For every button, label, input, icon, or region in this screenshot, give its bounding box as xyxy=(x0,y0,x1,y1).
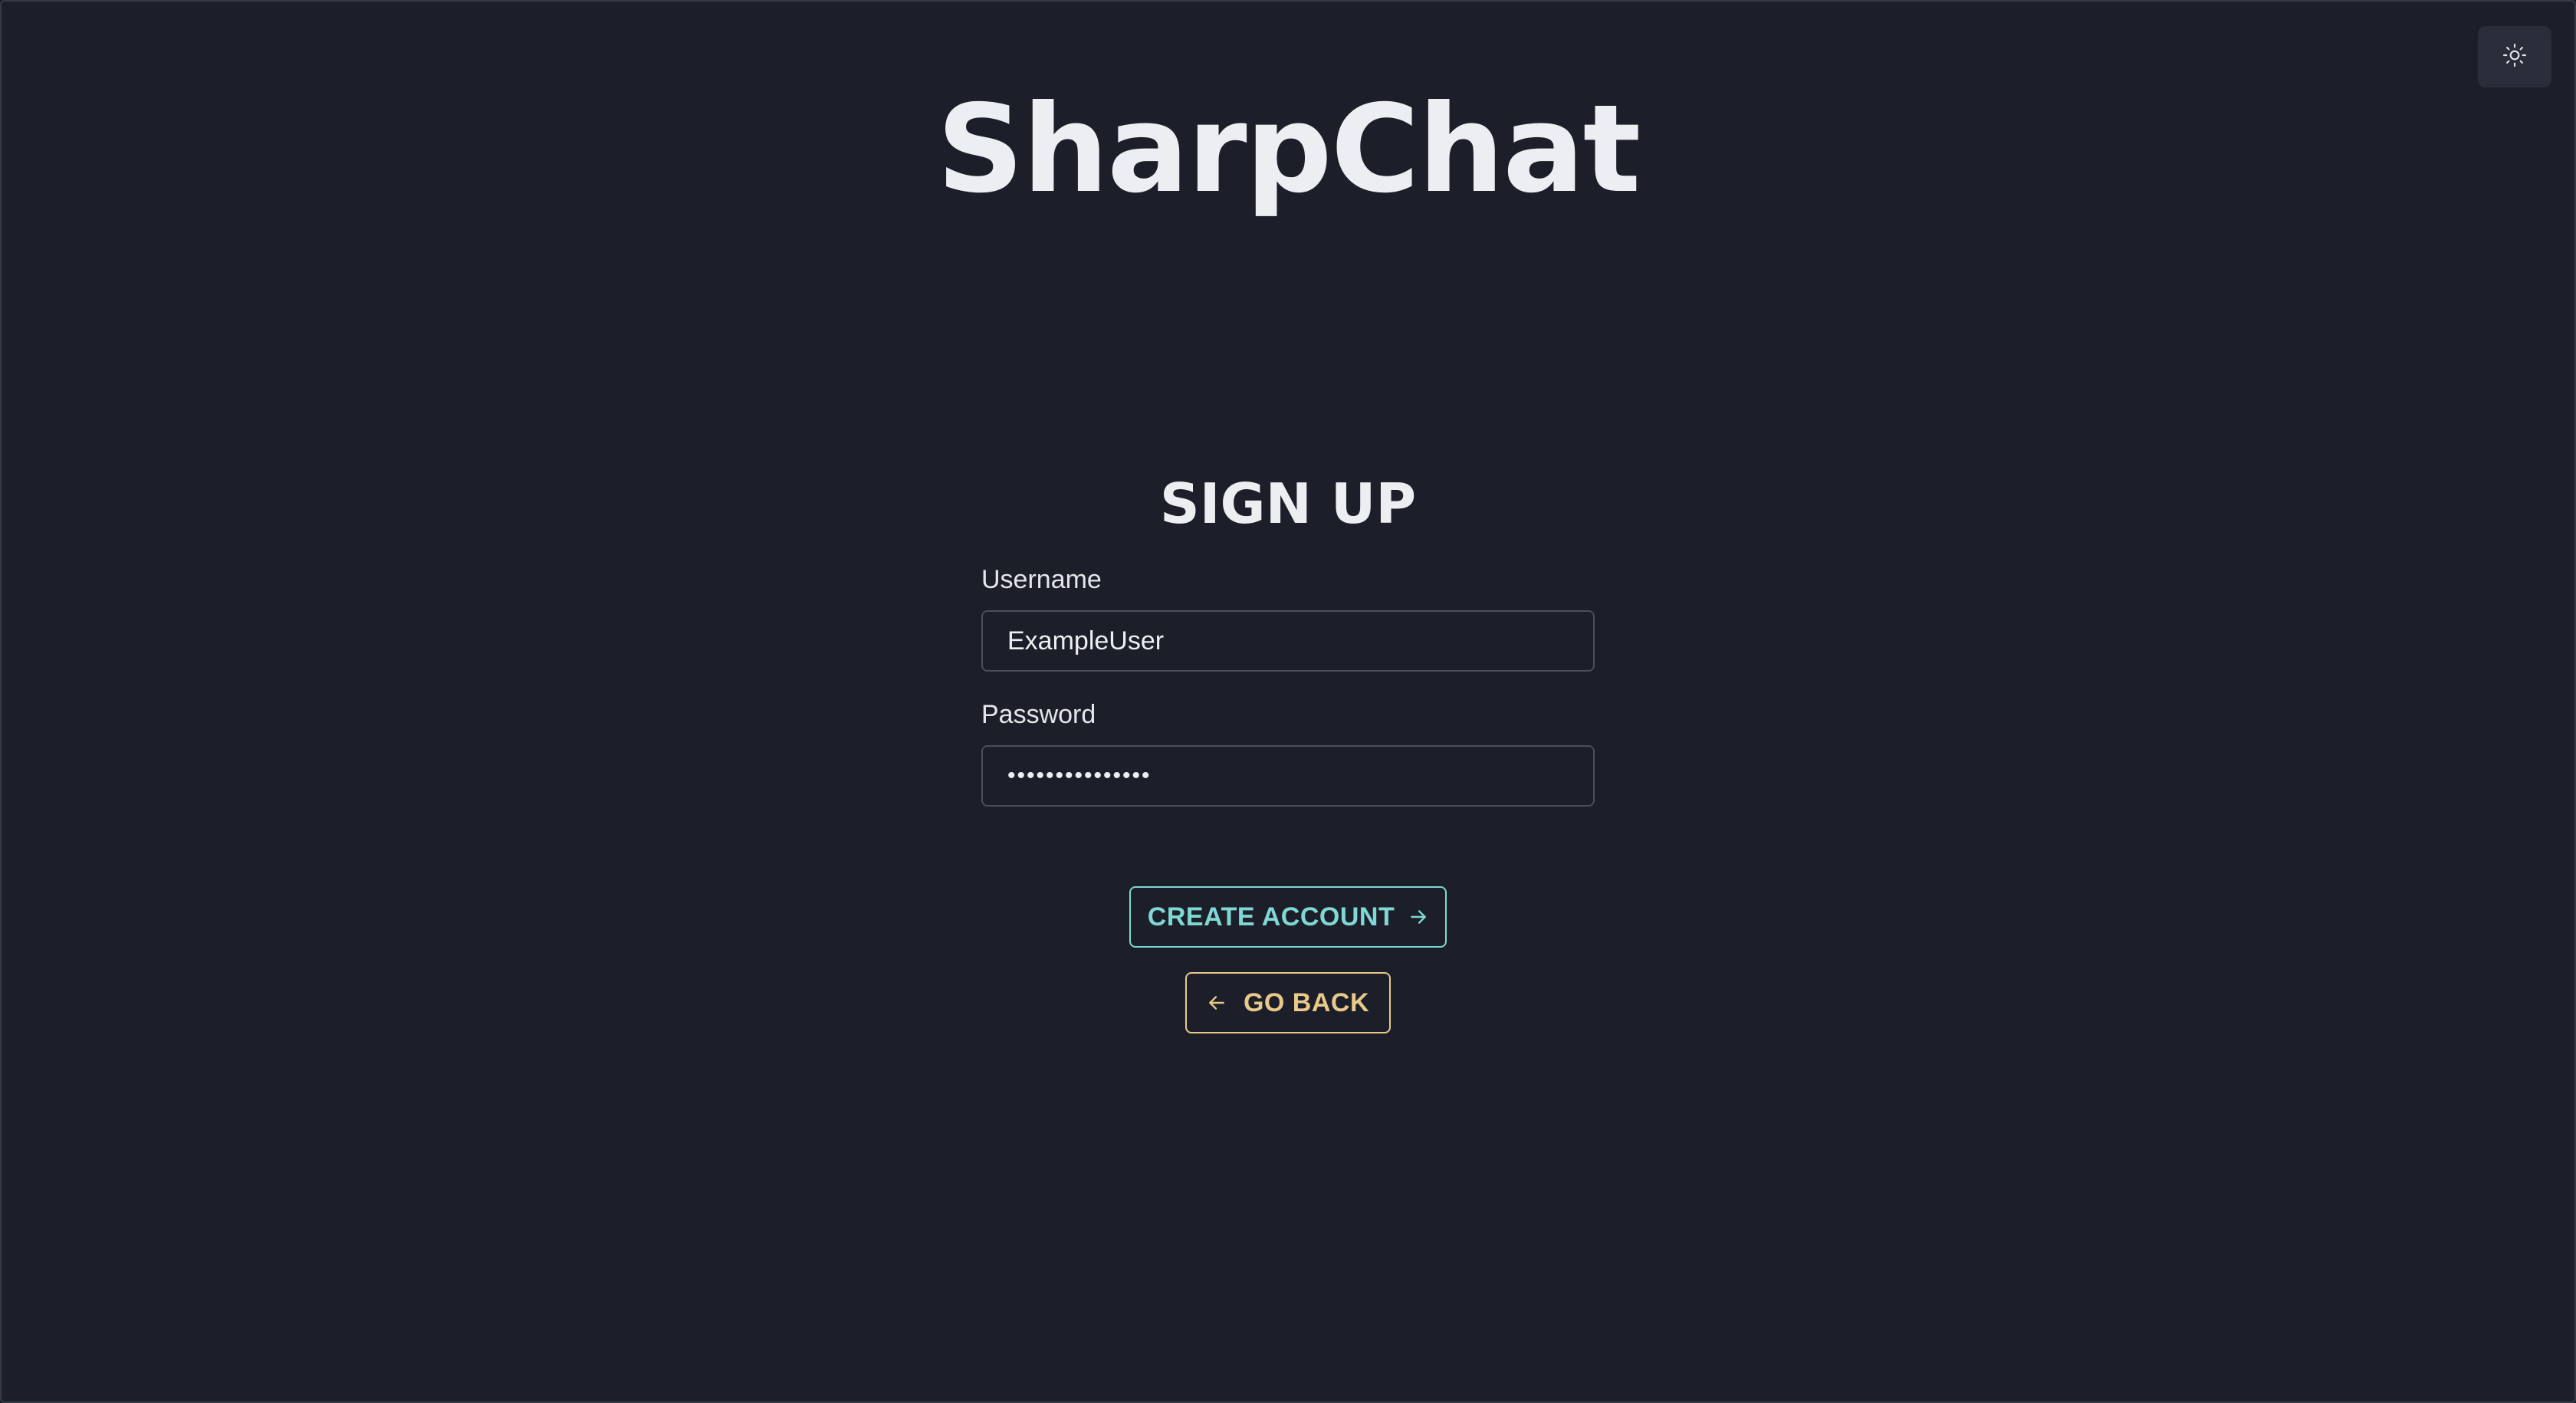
go-back-label: GO BACK xyxy=(1243,987,1370,1017)
username-label: Username xyxy=(981,565,1102,594)
sun-icon xyxy=(2502,43,2527,71)
username-input[interactable] xyxy=(981,610,1595,672)
arrow-right-icon xyxy=(1408,907,1428,927)
create-account-label: CREATE ACCOUNT xyxy=(1147,902,1395,932)
password-label: Password xyxy=(981,700,1096,729)
go-back-button[interactable]: GO BACK xyxy=(1185,972,1391,1033)
create-account-button[interactable]: CREATE ACCOUNT xyxy=(1129,886,1447,948)
form-heading: SIGN UP xyxy=(1159,472,1417,536)
app-title: SharpChat xyxy=(936,79,1641,220)
arrow-left-icon xyxy=(1207,993,1227,1013)
password-input[interactable] xyxy=(981,745,1595,807)
